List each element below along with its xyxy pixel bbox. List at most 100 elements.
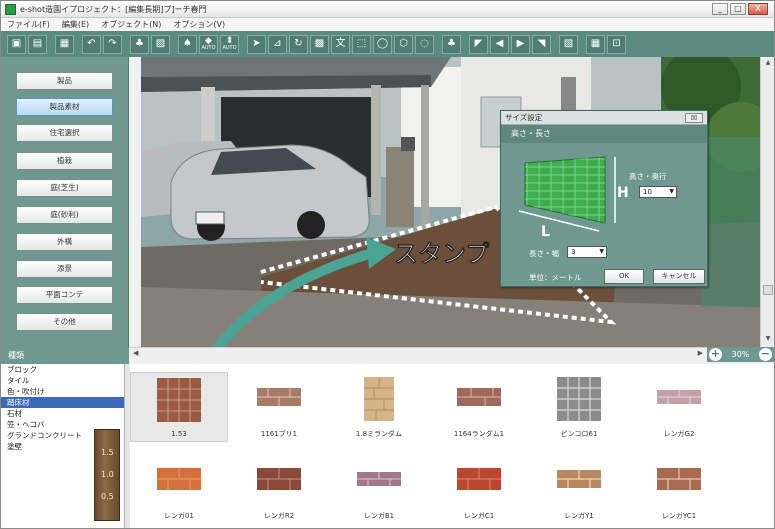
brick-swatch <box>457 468 501 490</box>
material-tile[interactable]: レンガB1 <box>330 454 428 524</box>
rotate-icon[interactable]: ↻ <box>289 34 308 54</box>
arrow-upright-icon[interactable]: ◥ <box>532 34 551 54</box>
menu-file[interactable]: ファイル(F) <box>7 19 50 30</box>
menu-object[interactable]: オブジェクト(N) <box>101 19 161 30</box>
canvas-horizontal-scrollbar[interactable]: ◀ ▶ <box>129 347 707 361</box>
photo-icon[interactable]: ▦ <box>55 34 74 54</box>
image-frame-icon[interactable]: ▨ <box>151 34 170 54</box>
maximize-button[interactable]: □ <box>730 3 746 15</box>
material-tile[interactable]: レンガYC1 <box>630 454 728 524</box>
toolbar: ▣ ▤ ▦ ↶ ↷ ♣ ▨ ♠ ◆ AUTO ⬍ AUTO ➤ ⊿ ↻ ▩ 文 ⬚ … <box>1 31 774 57</box>
material-label: ピンコロ61 <box>560 430 598 438</box>
dialog-cancel-button[interactable]: キャンセル <box>653 269 705 284</box>
material-tile[interactable]: レンガC1 <box>430 454 528 524</box>
left-menu-garden-gravel[interactable]: 庭(砂利) <box>16 206 113 224</box>
scroll-up-icon[interactable]: ▲ <box>763 59 773 69</box>
new-scene-icon[interactable]: ▣ <box>7 34 26 54</box>
left-menu-planting[interactable]: 植栽 <box>16 152 113 170</box>
scroll-down-icon[interactable]: ▼ <box>763 335 773 345</box>
scroll-thumb[interactable] <box>763 285 773 295</box>
left-menu-product-material[interactable]: 製品素材 <box>16 98 113 116</box>
zoom-out-button[interactable]: − <box>759 348 772 361</box>
tree-pair-icon[interactable]: ♣ <box>442 34 461 54</box>
auto-flip-vertical-button[interactable]: ⬍ AUTO <box>220 34 239 54</box>
polygon-select-icon[interactable]: ⬡ <box>394 34 413 54</box>
height-depth-label: 高さ・奥行 <box>629 172 667 181</box>
material-tile[interactable]: 1161ブリ1 <box>230 372 328 442</box>
lasso-select-icon[interactable]: ◌ <box>415 34 434 54</box>
scroll-left-icon[interactable]: ◀ <box>133 349 138 357</box>
zoom-frame-icon[interactable]: ⊡ <box>607 34 626 54</box>
material-label: レンガR2 <box>263 512 295 520</box>
category-header: 種類 <box>1 347 129 364</box>
left-menu-product[interactable]: 製品 <box>16 72 113 90</box>
text-tool-icon[interactable]: 文 <box>331 34 350 54</box>
material-tile[interactable]: 1.8ミランダム <box>330 372 428 442</box>
menu-edit[interactable]: 編集(E) <box>62 19 89 30</box>
zoom-level: 30% <box>731 350 750 359</box>
category-item[interactable]: 石材 <box>1 408 124 419</box>
brick-swatch <box>157 378 201 422</box>
material-tile[interactable]: ピンコロ61 <box>530 372 628 442</box>
ellipse-select-icon[interactable]: ◯ <box>373 34 392 54</box>
ruler-mark: 1.0 <box>101 470 114 479</box>
app-window: e-shot造園イプロジェクト：[編集長期]プ]ーチ春門 _ □ X ファイル(… <box>0 0 775 529</box>
category-item[interactable]: ブロック <box>1 364 124 375</box>
chevron-down-icon: ▼ <box>599 248 604 255</box>
material-tile[interactable]: レンガ01 <box>130 454 228 524</box>
redo-icon[interactable]: ↷ <box>103 34 122 54</box>
menu-bar: ファイル(F) 編集(E) オブジェクト(N) オプション(V) <box>1 18 774 31</box>
dialog-ok-button[interactable]: OK <box>604 269 644 284</box>
minimize-button[interactable]: _ <box>712 3 728 15</box>
auto-flip-horizontal-button[interactable]: ◆ AUTO <box>199 34 218 54</box>
category-item-selected[interactable]: 踏床材 <box>1 397 124 408</box>
left-menu-plan-conte[interactable]: 平面コンテ <box>16 286 113 304</box>
arrow-upleft-icon[interactable]: ◤ <box>469 34 488 54</box>
arrow-left-icon[interactable]: ◀ <box>490 34 509 54</box>
left-menu-other[interactable]: その他 <box>16 313 113 331</box>
material-tile[interactable]: レンガG2 <box>630 372 728 442</box>
material-tile[interactable]: 1.53 <box>130 372 228 442</box>
scroll-right-icon[interactable]: ▶ <box>698 349 703 357</box>
wall-size-illustration <box>518 156 616 232</box>
grid-icon[interactable]: ▦ <box>586 34 605 54</box>
category-item[interactable]: タイル <box>1 375 124 386</box>
material-tile[interactable]: 1164ランダム1 <box>430 372 528 442</box>
dialog-close-button[interactable]: ☒ <box>685 113 703 123</box>
undo-icon[interactable]: ↶ <box>82 34 101 54</box>
material-label: 1161ブリ1 <box>260 430 298 438</box>
title-bar: e-shot造園イプロジェクト：[編集長期]プ]ーチ春門 _ □ X <box>1 1 774 18</box>
length-width-label: 長さ・幅 <box>529 249 559 258</box>
left-menu-scenery[interactable]: 添景 <box>16 260 113 278</box>
length-select[interactable]: 3 ▼ <box>567 246 607 258</box>
left-menu-garden-lawn[interactable]: 庭(芝生) <box>16 179 113 197</box>
chevron-down-icon: ▼ <box>669 188 674 195</box>
hatch-icon[interactable]: ▧ <box>559 34 578 54</box>
left-menu-house-select[interactable]: 住宅選択 <box>16 124 113 142</box>
open-file-icon[interactable]: ▤ <box>28 34 47 54</box>
brick-swatch <box>364 377 394 421</box>
close-button[interactable]: X <box>748 3 768 15</box>
canvas-vertical-scrollbar[interactable]: ▲ ▼ <box>760 57 774 347</box>
size-setting-dialog: サイズ設定 ☒ 高さ・長さ H L 高さ・奥行 10 ▼ 長さ・幅 3 ▼ 単位：メ… <box>500 110 708 287</box>
material-tile[interactable]: レンガY1 <box>530 454 628 524</box>
category-item[interactable]: 色・吹付け <box>1 386 124 397</box>
brick-swatch <box>557 470 601 488</box>
pointer-icon[interactable]: ➤ <box>247 34 266 54</box>
zoom-in-button[interactable]: + <box>709 348 722 361</box>
arrow-right-icon[interactable]: ▶ <box>511 34 530 54</box>
picture-icon[interactable]: ▩ <box>310 34 329 54</box>
left-menu-exterior[interactable]: 外構 <box>16 233 113 251</box>
brick-swatch <box>657 468 701 490</box>
menu-option[interactable]: オプション(V) <box>173 19 225 30</box>
tree-set-icon[interactable]: ♠ <box>178 34 197 54</box>
tree-group-icon[interactable]: ♣ <box>130 34 149 54</box>
window-title: e-shot造園イプロジェクト：[編集長期]プ]ーチ春門 <box>20 4 207 14</box>
crop-icon[interactable]: ⊿ <box>268 34 287 54</box>
rect-select-icon[interactable]: ⬚ <box>352 34 371 54</box>
brick-swatch <box>657 390 701 404</box>
material-label: レンガ01 <box>164 512 194 520</box>
height-select[interactable]: 10 ▼ <box>639 186 677 198</box>
material-grid: 1.53 1161ブリ1 1.8ミランダム 1164ランダム1 ピンコロ61 レ… <box>130 364 774 528</box>
material-tile[interactable]: レンガR2 <box>230 454 328 524</box>
